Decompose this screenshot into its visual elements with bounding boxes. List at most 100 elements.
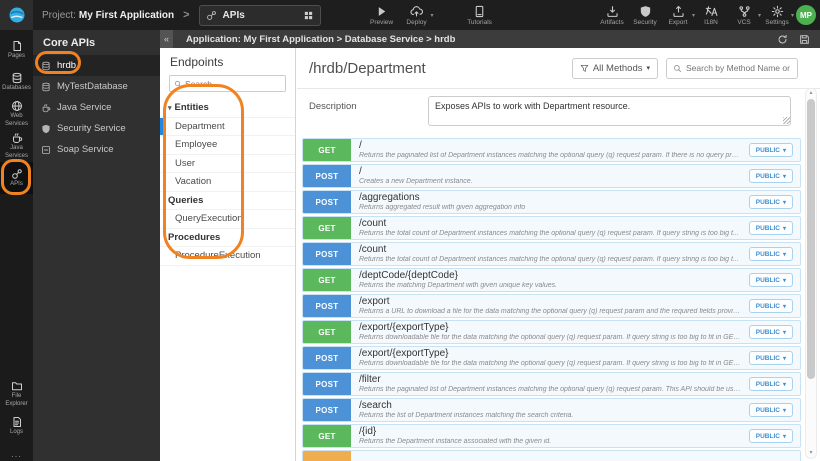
access-dropdown[interactable]: PUBLIC ▾ — [748, 169, 793, 183]
rail-item-file-explorer[interactable]: File Explorer — [0, 378, 33, 410]
endpoint-row[interactable]: GET/count Returns the total count of Depa… — [302, 216, 801, 240]
toolbar-artifacts-button[interactable]: Artifacts — [599, 5, 625, 26]
description-field[interactable]: Exposes APIs to work with Department res… — [428, 96, 791, 126]
description-row: Description Exposes APIs to work with De… — [297, 89, 820, 134]
toolbar-security-button[interactable]: Security — [632, 5, 658, 26]
core-apis-item-soap-service[interactable]: Soap Service — [33, 139, 160, 160]
endpoint-row[interactable]: POST/export Returns a URL to download a f… — [302, 294, 801, 318]
tree-item-user[interactable]: User — [160, 155, 295, 173]
access-dropdown[interactable]: PUBLIC ▾ — [748, 247, 793, 261]
main-header: /hrdb/Department All Methods ▾ — [297, 48, 820, 89]
tree-item-department[interactable]: Department — [160, 117, 295, 136]
toolbar-export-button[interactable]: ▾ Export — [665, 5, 695, 26]
core-apis-item-hrdb[interactable]: hrdb — [33, 55, 160, 76]
access-dropdown[interactable]: PUBLIC ▾ — [748, 299, 793, 313]
toolbar-vcs-button[interactable]: ▾ VCS — [731, 5, 761, 26]
caret-down-icon: ▾ — [782, 173, 786, 180]
access-dropdown[interactable]: PUBLIC ▾ — [748, 351, 793, 365]
folder-icon — [11, 380, 23, 392]
core-apis-items: hrdb MyTestDatabase Java Service Security S… — [33, 55, 160, 160]
upload-tray-icon — [672, 5, 685, 18]
toolbar-tutorials-button[interactable]: Tutorials — [467, 5, 493, 26]
main-content: /hrdb/Department All Methods ▾ Search by… — [297, 48, 820, 461]
endpoint-row[interactable]: GET /{id} Returns the Department instance … — [302, 424, 801, 448]
endpoints-tree: ▾ Entities Department Employee User Vacation Q… — [160, 99, 295, 266]
endpoint-row[interactable]: GET/export/{exportType} Returns downloada… — [302, 320, 801, 344]
caret-down-icon: ▾ — [782, 381, 786, 388]
toolbar-i18n-button[interactable]: I18N — [698, 5, 724, 26]
toolbar-preview-button[interactable]: Preview — [369, 5, 395, 26]
endpoint-path: /export/{exportType} — [359, 321, 449, 333]
caret-down-icon: ▾ — [782, 329, 786, 336]
core-apis-sidebar: Core APIs hrdb MyTestDatabase Java Service… — [33, 30, 160, 461]
tree-item-vacation[interactable]: Vacation — [160, 173, 295, 192]
tree-item-procedureexecution[interactable]: ProcedureExecution — [160, 247, 295, 266]
endpoint-row[interactable]: POST/aggregations Returns aggregated resu… — [302, 190, 801, 214]
scroll-down-icon[interactable]: ▾ — [809, 449, 812, 458]
resize-grip[interactable] — [783, 117, 790, 124]
core-apis-item-security-service[interactable]: Security Service — [33, 118, 160, 139]
rail-item-java-services[interactable]: Java Services — [0, 130, 33, 162]
rail-item-web-services[interactable]: Web Services — [0, 98, 33, 130]
endpoints-search-input[interactable] — [185, 78, 281, 89]
rail-item-logs[interactable]: Logs — [0, 410, 33, 442]
endpoint-row[interactable]: GET / Returns the paginated list of Depart… — [302, 138, 801, 162]
access-dropdown[interactable]: PUBLIC ▾ — [748, 143, 793, 157]
method-badge: POST — [303, 243, 351, 265]
endpoint-row[interactable]: POST/search Returns the list of Departmen… — [302, 398, 801, 422]
more-menu-button[interactable]: ... — [0, 446, 33, 461]
endpoints-search[interactable] — [169, 75, 286, 92]
endpoint-description: Returns a URL to download a file for the… — [359, 307, 741, 315]
chevron-right-icon: > — [183, 9, 190, 21]
core-apis-item-java-service[interactable]: Java Service — [33, 97, 160, 118]
caret-down-icon: ▾ — [691, 12, 695, 19]
scrollbar-thumb[interactable] — [807, 99, 815, 380]
rail-item-databases[interactable]: Databases — [0, 66, 33, 98]
method-search[interactable] — [666, 57, 798, 79]
tree-group-entities[interactable]: ▾ Entities — [160, 99, 295, 118]
rail-item-apis[interactable]: APIs — [0, 162, 33, 194]
access-dropdown[interactable]: PUBLIC ▾ — [748, 195, 793, 209]
rail-item-pages[interactable]: Pages — [0, 34, 33, 66]
access-dropdown[interactable]: PUBLIC ▾ — [748, 273, 793, 287]
toolbar-left: Preview ▾ Deploy Tutorials — [369, 5, 502, 26]
tree-item-employee[interactable]: Employee — [160, 136, 295, 155]
app-logo[interactable] — [0, 0, 33, 30]
core-apis-item-mytestdatabase[interactable]: MyTestDatabase — [33, 76, 160, 97]
tree-item-queryexecution[interactable]: QueryExecution — [160, 210, 295, 229]
funnel-icon — [580, 64, 589, 73]
access-dropdown[interactable]: PUBLIC ▾ — [748, 429, 793, 443]
access-dropdown[interactable]: PUBLIC ▾ — [748, 403, 793, 417]
tree-group-queries[interactable]: Queries — [160, 192, 295, 210]
toolbar-settings-button[interactable]: ▾ Settings — [764, 5, 794, 26]
toolbar-deploy-button[interactable]: ▾ Deploy — [404, 5, 434, 26]
methods-filter-dropdown[interactable]: All Methods ▾ — [571, 57, 658, 79]
database-icon — [41, 82, 51, 92]
avatar[interactable]: MP — [796, 5, 816, 25]
project-label: Project: My First Application — [42, 10, 174, 21]
access-dropdown[interactable]: PUBLIC ▾ — [748, 325, 793, 339]
left-rail-bottom: File Explorer Logs — [0, 378, 33, 446]
endpoint-row[interactable] — [302, 450, 801, 461]
vertical-scrollbar[interactable]: ▴ ▾ — [805, 88, 817, 459]
access-dropdown[interactable]: PUBLIC ▾ — [748, 377, 793, 391]
refresh-icon[interactable] — [777, 34, 788, 45]
collapse-panel-button[interactable]: « — [160, 30, 173, 48]
endpoint-row[interactable]: GET/deptCode/{deptCode} Returns the match… — [302, 268, 801, 292]
globe-icon — [11, 100, 23, 112]
workspace-selector[interactable]: APIs — [198, 4, 321, 26]
scroll-up-icon[interactable]: ▴ — [809, 89, 812, 98]
method-search-input[interactable] — [686, 63, 791, 73]
caret-down-icon: ▾ — [782, 251, 786, 258]
endpoint-row[interactable]: POST/export/{exportType} Returns download… — [302, 346, 801, 370]
endpoint-row[interactable]: POST/count Returns the total count of Dep… — [302, 242, 801, 266]
tree-group-procedures[interactable]: Procedures — [160, 229, 295, 247]
endpoint-row[interactable]: POST/filter Returns the paginated list of… — [302, 372, 801, 396]
core-apis-title: Core APIs — [43, 37, 96, 49]
i18n-icon — [705, 5, 718, 18]
access-dropdown[interactable]: PUBLIC ▾ — [748, 221, 793, 235]
top-bar: Project: My First Application > APIs Prev… — [0, 0, 820, 30]
endpoint-row[interactable]: POST / Creates a new Department instance. P… — [302, 164, 801, 188]
save-icon[interactable] — [799, 34, 810, 45]
endpoint-description: Returns the paginated list of Department… — [359, 151, 741, 159]
